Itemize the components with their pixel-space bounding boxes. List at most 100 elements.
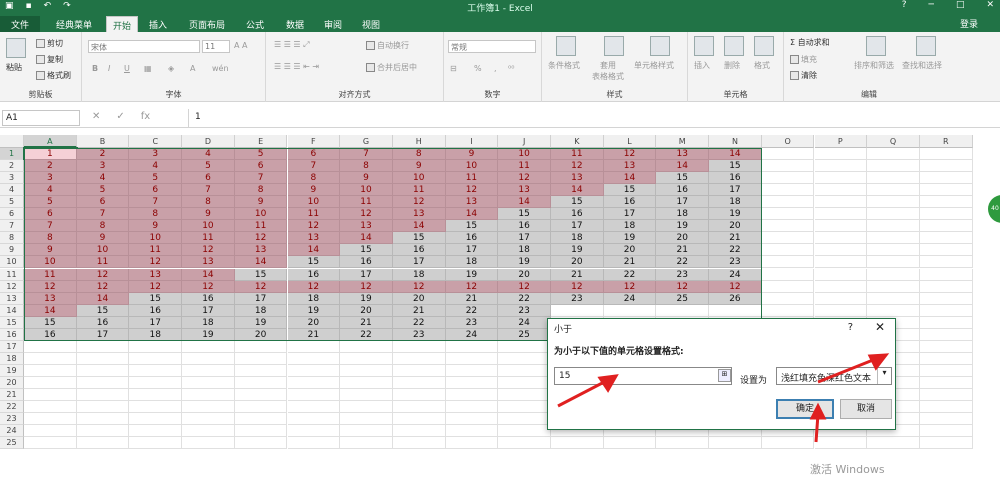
cell-B24[interactable] xyxy=(76,425,130,438)
cell-R20[interactable] xyxy=(919,376,973,389)
cell-P3[interactable] xyxy=(814,172,868,185)
cell-Q10[interactable] xyxy=(867,256,920,269)
cell-L6[interactable]: 17 xyxy=(603,208,657,221)
cell-R17[interactable] xyxy=(919,340,973,353)
cell-P9[interactable] xyxy=(814,244,868,257)
conditional-format-icon[interactable] xyxy=(556,36,576,56)
cell-F13[interactable]: 18 xyxy=(287,292,341,305)
column-header-M[interactable]: M xyxy=(656,135,710,148)
row-header-18[interactable]: 18 xyxy=(0,352,24,365)
cell-P10[interactable] xyxy=(814,256,868,269)
cell-R5[interactable] xyxy=(919,196,973,209)
cell-K6[interactable]: 16 xyxy=(551,208,604,221)
cell-C17[interactable] xyxy=(129,340,183,353)
row-header-24[interactable]: 24 xyxy=(0,425,24,438)
cell-G5[interactable]: 11 xyxy=(340,196,393,209)
cell-L13[interactable]: 24 xyxy=(603,292,657,305)
cell-M9[interactable]: 21 xyxy=(656,244,710,257)
cell-P12[interactable] xyxy=(814,280,868,293)
cell-R21[interactable] xyxy=(919,389,973,402)
cell-H22[interactable] xyxy=(392,401,446,414)
cell-I11[interactable]: 19 xyxy=(445,268,499,281)
tab-classic-menu[interactable]: 经典菜单 xyxy=(50,16,98,32)
cell-K2[interactable]: 12 xyxy=(551,160,604,173)
cell-H9[interactable]: 16 xyxy=(392,244,446,257)
cell-A24[interactable] xyxy=(24,425,77,438)
cell-O1[interactable] xyxy=(761,148,815,161)
cell-I20[interactable] xyxy=(445,376,499,389)
cell-D24[interactable] xyxy=(182,425,235,438)
help-button[interactable]: ? xyxy=(902,0,907,10)
cell-N10[interactable]: 23 xyxy=(709,256,762,269)
cell-A9[interactable]: 9 xyxy=(24,244,77,257)
cell-B3[interactable]: 4 xyxy=(76,172,130,185)
column-header-A[interactable]: A xyxy=(24,135,77,148)
cell-B10[interactable]: 11 xyxy=(76,256,130,269)
cell-A3[interactable]: 3 xyxy=(24,172,77,185)
cell-L12[interactable]: 12 xyxy=(603,280,657,293)
cell-K5[interactable]: 15 xyxy=(551,196,604,209)
column-header-N[interactable]: N xyxy=(709,135,762,148)
cell-F21[interactable] xyxy=(287,389,341,402)
cell-H16[interactable]: 23 xyxy=(392,328,446,341)
cell-F24[interactable] xyxy=(287,425,341,438)
cell-B16[interactable]: 17 xyxy=(76,328,130,341)
cell-E12[interactable]: 12 xyxy=(234,280,288,293)
cell-I14[interactable]: 22 xyxy=(445,304,499,317)
cell-J14[interactable]: 23 xyxy=(498,304,551,317)
cell-P1[interactable] xyxy=(814,148,868,161)
cell-L2[interactable]: 13 xyxy=(603,160,657,173)
cell-E16[interactable]: 20 xyxy=(234,328,288,341)
cell-F17[interactable] xyxy=(287,340,341,353)
fill-color-icon[interactable]: ◈ xyxy=(168,64,174,73)
threshold-input[interactable]: 15 xyxy=(554,367,732,385)
cell-C14[interactable]: 16 xyxy=(129,304,183,317)
cell-I17[interactable] xyxy=(445,340,499,353)
confirm-icon[interactable]: ✓ xyxy=(116,111,124,122)
cell-N11[interactable]: 24 xyxy=(709,268,762,281)
cell-C20[interactable] xyxy=(129,376,183,389)
cell-I2[interactable]: 10 xyxy=(445,160,499,173)
cell-I24[interactable] xyxy=(445,425,499,438)
tab-page-layout[interactable]: 页面布局 xyxy=(183,16,231,32)
cell-M25[interactable] xyxy=(656,437,710,450)
cell-E3[interactable]: 7 xyxy=(234,172,288,185)
cell-E2[interactable]: 6 xyxy=(234,160,288,173)
cell-N9[interactable]: 22 xyxy=(709,244,762,257)
cell-G13[interactable]: 19 xyxy=(340,292,393,305)
cell-L5[interactable]: 16 xyxy=(603,196,657,209)
cell-K14[interactable] xyxy=(551,304,604,317)
cell-N3[interactable]: 16 xyxy=(709,172,762,185)
cell-D6[interactable]: 9 xyxy=(182,208,235,221)
cell-P5[interactable] xyxy=(814,196,868,209)
column-header-L[interactable]: L xyxy=(603,135,657,148)
cell-Q13[interactable] xyxy=(867,292,920,305)
cell-C23[interactable] xyxy=(129,413,183,426)
cell-I3[interactable]: 11 xyxy=(445,172,499,185)
cell-J4[interactable]: 13 xyxy=(498,184,551,197)
cell-J15[interactable]: 24 xyxy=(498,316,551,329)
cell-B20[interactable] xyxy=(76,376,130,389)
cell-Q12[interactable] xyxy=(867,280,920,293)
cell-H5[interactable]: 12 xyxy=(392,196,446,209)
align-top-icons[interactable]: ☰ ☰ ☰ ⤢ xyxy=(274,40,310,50)
cell-D20[interactable] xyxy=(182,376,235,389)
cell-L14[interactable] xyxy=(603,304,657,317)
cell-C7[interactable]: 9 xyxy=(129,220,183,233)
cell-I5[interactable]: 13 xyxy=(445,196,499,209)
cell-F20[interactable] xyxy=(287,376,341,389)
cell-A1[interactable]: 1 xyxy=(23,146,78,162)
cell-M5[interactable]: 17 xyxy=(656,196,710,209)
cell-K13[interactable]: 23 xyxy=(551,292,604,305)
cell-R11[interactable] xyxy=(919,268,973,281)
cell-F19[interactable] xyxy=(287,364,341,377)
cell-B17[interactable] xyxy=(76,340,130,353)
cell-H4[interactable]: 11 xyxy=(392,184,446,197)
cell-R16[interactable] xyxy=(919,328,973,341)
cell-H8[interactable]: 15 xyxy=(392,232,446,245)
cell-C13[interactable]: 15 xyxy=(129,292,183,305)
cell-G20[interactable] xyxy=(340,376,393,389)
cell-F7[interactable]: 12 xyxy=(287,220,341,233)
row-header-14[interactable]: 14 xyxy=(0,304,24,317)
cell-A25[interactable] xyxy=(24,437,77,450)
